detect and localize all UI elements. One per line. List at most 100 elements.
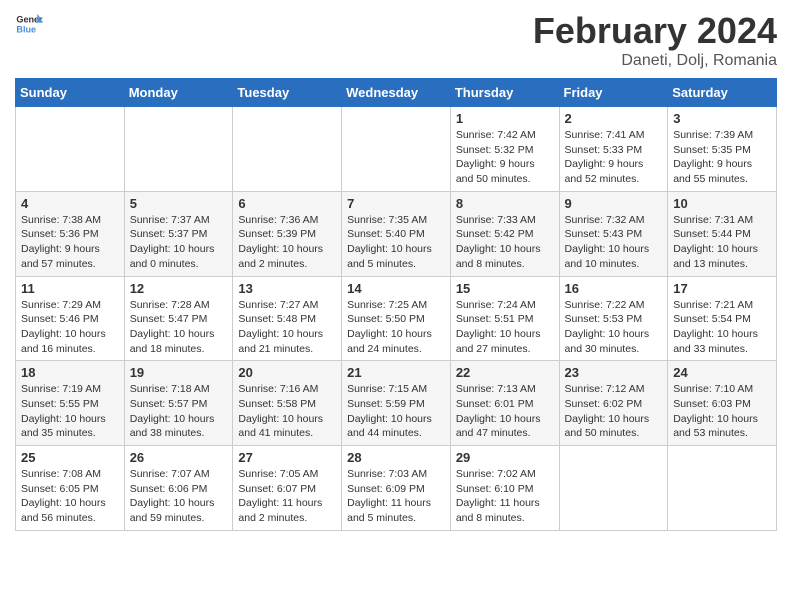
svg-text:Blue: Blue [16, 24, 36, 34]
weekday-header-saturday: Saturday [668, 79, 777, 107]
logo: General Blue [15, 10, 43, 38]
day-info: Sunrise: 7:41 AM Sunset: 5:33 PM Dayligh… [565, 128, 663, 187]
day-number: 20 [238, 365, 336, 380]
day-number: 9 [565, 196, 663, 211]
week-row-3: 11Sunrise: 7:29 AM Sunset: 5:46 PM Dayli… [16, 276, 777, 361]
day-number: 12 [130, 281, 228, 296]
day-info: Sunrise: 7:10 AM Sunset: 6:03 PM Dayligh… [673, 382, 771, 441]
month-title: February 2024 [533, 10, 777, 52]
day-info: Sunrise: 7:36 AM Sunset: 5:39 PM Dayligh… [238, 213, 336, 272]
day-info: Sunrise: 7:39 AM Sunset: 5:35 PM Dayligh… [673, 128, 771, 187]
calendar-cell [233, 107, 342, 192]
day-info: Sunrise: 7:19 AM Sunset: 5:55 PM Dayligh… [21, 382, 119, 441]
day-number: 8 [456, 196, 554, 211]
day-number: 18 [21, 365, 119, 380]
day-number: 1 [456, 111, 554, 126]
page-header: General Blue February 2024 Daneti, Dolj,… [15, 10, 777, 70]
calendar-cell: 17 Sunrise: 7:21 AM Sunset: 5:54 PM Dayli… [668, 276, 777, 361]
day-info: Sunrise: 7:02 AM Sunset: 6:10 PM Dayligh… [456, 467, 554, 526]
calendar-cell [124, 107, 233, 192]
logo-icon: General Blue [15, 10, 43, 38]
calendar-cell: 8Sunrise: 7:33 AM Sunset: 5:42 PM Daylig… [450, 191, 559, 276]
day-number: 4 [21, 196, 119, 211]
day-info: Sunrise: 7:13 AM Sunset: 6:01 PM Dayligh… [456, 382, 554, 441]
day-info: Sunrise: 7:12 AM Sunset: 6:02 PM Dayligh… [565, 382, 663, 441]
week-row-4: 18 Sunrise: 7:19 AM Sunset: 5:55 PM Dayli… [16, 361, 777, 446]
day-number: 25 [21, 450, 119, 465]
weekday-header-tuesday: Tuesday [233, 79, 342, 107]
calendar-cell: 3 Sunrise: 7:39 AM Sunset: 5:35 PM Daylig… [668, 107, 777, 192]
calendar-cell: 28 Sunrise: 7:03 AM Sunset: 6:09 PM Dayli… [342, 446, 451, 531]
day-info: Sunrise: 7:28 AM Sunset: 5:47 PM Dayligh… [130, 298, 228, 357]
calendar-cell: 2 Sunrise: 7:41 AM Sunset: 5:33 PM Daylig… [559, 107, 668, 192]
day-info: Sunrise: 7:15 AM Sunset: 5:59 PM Dayligh… [347, 382, 445, 441]
day-info: Sunrise: 7:29 AM Sunset: 5:46 PM Dayligh… [21, 298, 119, 357]
day-number: 26 [130, 450, 228, 465]
calendar-cell: 11Sunrise: 7:29 AM Sunset: 5:46 PM Dayli… [16, 276, 125, 361]
calendar-cell: 26 Sunrise: 7:07 AM Sunset: 6:06 PM Dayli… [124, 446, 233, 531]
calendar-cell: 23 Sunrise: 7:12 AM Sunset: 6:02 PM Dayli… [559, 361, 668, 446]
day-number: 3 [673, 111, 771, 126]
title-area: February 2024 Daneti, Dolj, Romania [533, 10, 777, 70]
day-info: Sunrise: 7:27 AM Sunset: 5:48 PM Dayligh… [238, 298, 336, 357]
calendar-cell [668, 446, 777, 531]
day-number: 29 [456, 450, 554, 465]
day-info: Sunrise: 7:38 AM Sunset: 5:36 PM Dayligh… [21, 213, 119, 272]
day-info: Sunrise: 7:18 AM Sunset: 5:57 PM Dayligh… [130, 382, 228, 441]
day-number: 16 [565, 281, 663, 296]
day-info: Sunrise: 7:22 AM Sunset: 5:53 PM Dayligh… [565, 298, 663, 357]
day-number: 6 [238, 196, 336, 211]
calendar-cell: 18 Sunrise: 7:19 AM Sunset: 5:55 PM Dayli… [16, 361, 125, 446]
day-info: Sunrise: 7:08 AM Sunset: 6:05 PM Dayligh… [21, 467, 119, 526]
day-number: 19 [130, 365, 228, 380]
day-number: 10 [673, 196, 771, 211]
calendar-cell [559, 446, 668, 531]
calendar-cell: 24 Sunrise: 7:10 AM Sunset: 6:03 PM Dayli… [668, 361, 777, 446]
calendar-cell: 9Sunrise: 7:32 AM Sunset: 5:43 PM Daylig… [559, 191, 668, 276]
calendar-cell [16, 107, 125, 192]
day-info: Sunrise: 7:42 AM Sunset: 5:32 PM Dayligh… [456, 128, 554, 187]
calendar-cell: 25 Sunrise: 7:08 AM Sunset: 6:05 PM Dayli… [16, 446, 125, 531]
day-number: 24 [673, 365, 771, 380]
calendar-cell: 4 Sunrise: 7:38 AM Sunset: 5:36 PM Daylig… [16, 191, 125, 276]
day-info: Sunrise: 7:24 AM Sunset: 5:51 PM Dayligh… [456, 298, 554, 357]
day-info: Sunrise: 7:03 AM Sunset: 6:09 PM Dayligh… [347, 467, 445, 526]
calendar-cell: 20Sunrise: 7:16 AM Sunset: 5:58 PM Dayli… [233, 361, 342, 446]
day-info: Sunrise: 7:07 AM Sunset: 6:06 PM Dayligh… [130, 467, 228, 526]
day-info: Sunrise: 7:35 AM Sunset: 5:40 PM Dayligh… [347, 213, 445, 272]
week-row-2: 4 Sunrise: 7:38 AM Sunset: 5:36 PM Daylig… [16, 191, 777, 276]
week-row-1: 1 Sunrise: 7:42 AM Sunset: 5:32 PM Daylig… [16, 107, 777, 192]
day-number: 17 [673, 281, 771, 296]
weekday-header-sunday: Sunday [16, 79, 125, 107]
calendar-cell: 1 Sunrise: 7:42 AM Sunset: 5:32 PM Daylig… [450, 107, 559, 192]
day-info: Sunrise: 7:25 AM Sunset: 5:50 PM Dayligh… [347, 298, 445, 357]
calendar-cell: 27Sunrise: 7:05 AM Sunset: 6:07 PM Dayli… [233, 446, 342, 531]
day-number: 27 [238, 450, 336, 465]
calendar-cell: 12 Sunrise: 7:28 AM Sunset: 5:47 PM Dayli… [124, 276, 233, 361]
calendar-cell: 22 Sunrise: 7:13 AM Sunset: 6:01 PM Dayli… [450, 361, 559, 446]
weekday-header-thursday: Thursday [450, 79, 559, 107]
week-row-5: 25 Sunrise: 7:08 AM Sunset: 6:05 PM Dayli… [16, 446, 777, 531]
day-number: 2 [565, 111, 663, 126]
day-info: Sunrise: 7:37 AM Sunset: 5:37 PM Dayligh… [130, 213, 228, 272]
day-number: 22 [456, 365, 554, 380]
weekday-header-friday: Friday [559, 79, 668, 107]
calendar-cell: 29 Sunrise: 7:02 AM Sunset: 6:10 PM Dayli… [450, 446, 559, 531]
day-number: 23 [565, 365, 663, 380]
calendar-cell: 15Sunrise: 7:24 AM Sunset: 5:51 PM Dayli… [450, 276, 559, 361]
day-number: 13 [238, 281, 336, 296]
calendar-cell: 19 Sunrise: 7:18 AM Sunset: 5:57 PM Dayli… [124, 361, 233, 446]
day-number: 14 [347, 281, 445, 296]
calendar-cell: 10 Sunrise: 7:31 AM Sunset: 5:44 PM Dayli… [668, 191, 777, 276]
calendar-cell: 16 Sunrise: 7:22 AM Sunset: 5:53 PM Dayli… [559, 276, 668, 361]
calendar-cell: 5Sunrise: 7:37 AM Sunset: 5:37 PM Daylig… [124, 191, 233, 276]
day-number: 28 [347, 450, 445, 465]
day-info: Sunrise: 7:31 AM Sunset: 5:44 PM Dayligh… [673, 213, 771, 272]
weekday-header-row: SundayMondayTuesdayWednesdayThursdayFrid… [16, 79, 777, 107]
day-info: Sunrise: 7:21 AM Sunset: 5:54 PM Dayligh… [673, 298, 771, 357]
calendar-cell: 7 Sunrise: 7:35 AM Sunset: 5:40 PM Daylig… [342, 191, 451, 276]
day-number: 7 [347, 196, 445, 211]
calendar-cell: 21Sunrise: 7:15 AM Sunset: 5:59 PM Dayli… [342, 361, 451, 446]
calendar-cell [342, 107, 451, 192]
calendar-cell: 6 Sunrise: 7:36 AM Sunset: 5:39 PM Daylig… [233, 191, 342, 276]
